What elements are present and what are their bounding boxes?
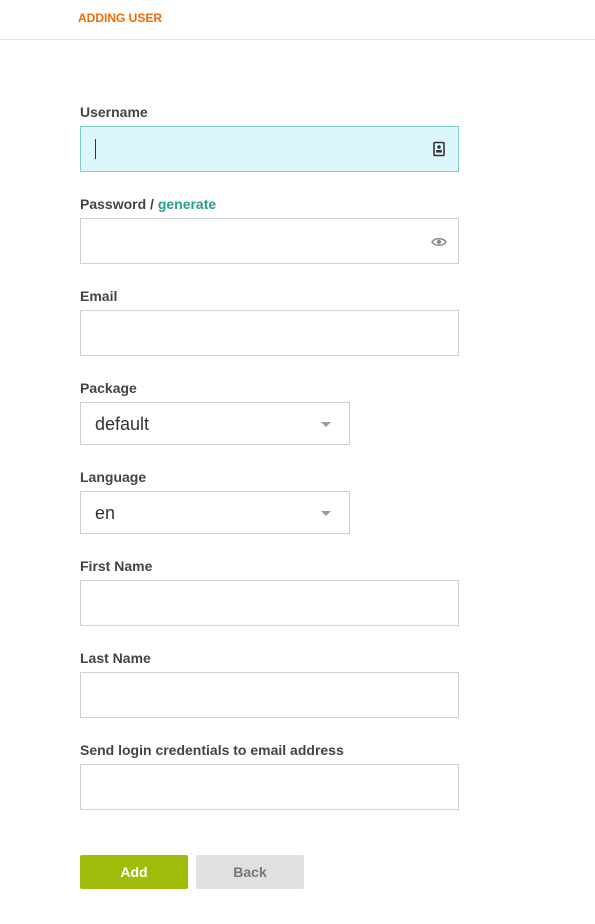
email-input[interactable] [81,311,401,355]
password-label: Password / generate [80,196,216,212]
generate-password-link[interactable]: generate [158,196,216,212]
eye-icon[interactable] [430,233,448,251]
last-name-label: Last Name [80,650,151,666]
back-button[interactable]: Back [196,855,304,889]
first-name-field[interactable] [80,580,459,626]
add-button[interactable]: Add [80,855,188,889]
language-selected-value: en [95,503,116,523]
password-field[interactable] [80,218,459,264]
username-input[interactable] [81,127,401,171]
username-field[interactable] [80,126,459,172]
package-selected-value: default [95,414,150,434]
password-label-text: Password [80,196,147,212]
package-label: Package [80,380,137,396]
page-header: ADDING USER [0,0,595,40]
text-caret [95,139,96,159]
page-title: ADDING USER [78,11,163,25]
chevron-down-icon [321,422,331,427]
send-credentials-label: Send login credentials to email address [80,742,344,758]
chevron-down-icon [321,511,331,516]
label-separator: / [146,196,158,212]
language-label: Language [80,469,147,485]
first-name-input[interactable] [81,581,401,625]
language-select[interactable]: en [80,491,350,534]
send-credentials-field[interactable] [80,764,459,810]
last-name-input[interactable] [81,673,401,717]
last-name-field[interactable] [80,672,459,718]
email-label: Email [80,288,118,304]
email-field[interactable] [80,310,459,356]
send-credentials-input[interactable] [81,765,401,809]
package-select[interactable]: default [80,402,350,445]
username-label: Username [80,104,148,120]
contact-card-icon[interactable] [430,140,448,158]
password-input[interactable] [81,219,401,263]
first-name-label: First Name [80,558,153,574]
